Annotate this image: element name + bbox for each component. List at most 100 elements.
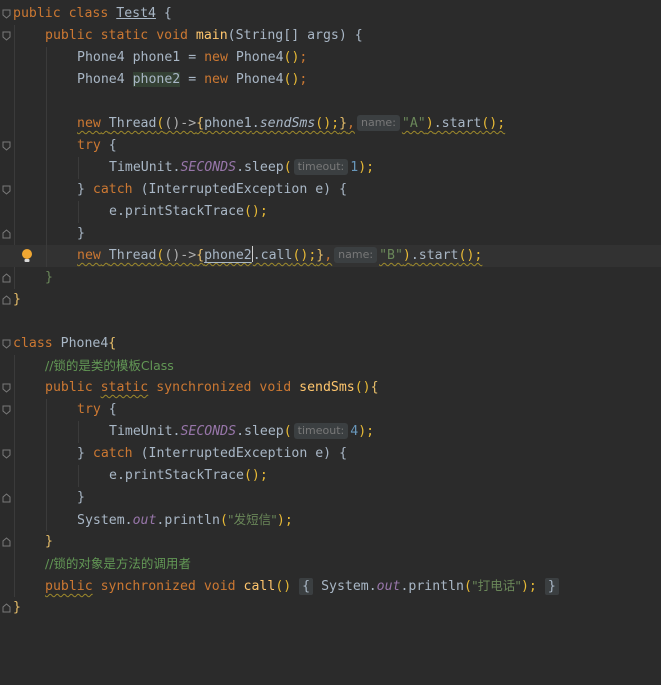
indent-guide [14, 47, 15, 69]
code-line-17[interactable]: //锁的是类的模板Class [0, 355, 661, 377]
brace: { [163, 6, 172, 21]
indent-guide [46, 179, 47, 201]
code-line-1[interactable]: public class Test4 { [0, 3, 661, 25]
brace: } [45, 534, 53, 549]
variable-name: phone1 [132, 50, 181, 65]
code-line-5[interactable] [0, 91, 661, 113]
fold-close-icon[interactable] [2, 273, 11, 283]
code-line-6[interactable]: new Thread(()->{phone1.sendSms();}, name:… [0, 113, 661, 135]
code-editor[interactable]: public class Test4 { public static void … [0, 3, 661, 619]
indent-guide [14, 355, 15, 377]
parameters: (String[] args) [227, 28, 347, 43]
method-name: call [243, 579, 276, 594]
fold-open-icon[interactable] [2, 383, 11, 393]
fold-open-icon[interactable] [2, 405, 11, 415]
code-line-24[interactable]: System.out.println("发短信"); [0, 509, 661, 531]
variable-name: phone2 [132, 72, 181, 87]
fold-open-icon[interactable] [2, 185, 11, 195]
type-name: Phone4 [77, 72, 125, 87]
parameter-hint: name: [334, 247, 378, 263]
fold-open-icon[interactable] [2, 141, 11, 151]
fold-open-icon[interactable] [2, 449, 11, 459]
number-literal: 4 [350, 424, 359, 439]
indent-guide [78, 421, 79, 443]
comma: , [324, 248, 333, 263]
code-line-13[interactable]: } [0, 267, 661, 289]
code-line-21[interactable]: } catch (InterruptedException e) { [0, 443, 661, 465]
code-comment: //锁的对象是方法的调用者 [45, 556, 191, 571]
code-line-7[interactable]: try { [0, 135, 661, 157]
string-literal: "发短信" [227, 512, 277, 527]
indent-guide [46, 135, 47, 157]
fold-close-icon[interactable] [2, 537, 11, 547]
call-parens: (); [481, 116, 506, 131]
static-field: out [376, 579, 401, 594]
folded-brace[interactable]: } [544, 578, 559, 595]
class-name: Test4 [116, 6, 156, 21]
code-comment: //锁的是类的模板Class [45, 358, 174, 373]
fold-close-icon[interactable] [2, 295, 11, 305]
code-line-22[interactable]: e.printStackTrace(); [0, 465, 661, 487]
code-line-4[interactable]: Phone4 phone2 = new Phone4(); [0, 69, 661, 91]
brace: { [370, 380, 379, 395]
indent-guide [46, 47, 47, 69]
code-line-26[interactable]: //锁的对象是方法的调用者 [0, 553, 661, 575]
brace: } [13, 292, 21, 307]
keyword: void [259, 380, 292, 395]
code-line-3[interactable]: Phone4 phone1 = new Phone4(); [0, 47, 661, 69]
fold-open-icon[interactable] [2, 9, 11, 19]
fold-open-icon[interactable] [2, 31, 11, 41]
dot: . [251, 116, 260, 131]
code-line-20[interactable]: TimeUnit.SECONDS.sleep(timeout: 4); [0, 421, 661, 443]
code-line-23[interactable]: } [0, 487, 661, 509]
code-line-2[interactable]: public static void main(String[] args) { [0, 25, 661, 47]
paren: ); [358, 160, 375, 175]
code-line-27[interactable]: public synchronized void call() { System… [0, 575, 661, 597]
code-line-28[interactable]: } [0, 597, 661, 619]
keyword: new [204, 50, 228, 65]
paren: ) [425, 116, 434, 131]
paren: ); [276, 513, 293, 528]
folded-brace[interactable]: { [299, 578, 314, 595]
indent-guide [14, 421, 15, 443]
lambda-arrow: ()-> [164, 116, 197, 131]
paren: ); [358, 424, 375, 439]
code-line-11[interactable]: } [0, 223, 661, 245]
code-line-12[interactable]: new Thread(()->{phone2.call();}, name: "B"… [0, 245, 661, 267]
fold-close-icon[interactable] [2, 229, 11, 239]
call-parens: (); [458, 248, 483, 263]
paren: ( [464, 579, 472, 594]
indent-guide [14, 157, 15, 179]
code-line-15[interactable] [0, 311, 661, 333]
variable-name: phone2 [204, 248, 252, 263]
indent-guide [14, 25, 15, 47]
class-name: Thread [108, 248, 157, 263]
indent-guide [14, 113, 15, 135]
fold-close-icon[interactable] [2, 493, 11, 503]
dot: . [368, 579, 377, 594]
lightbulb-icon[interactable] [20, 248, 34, 264]
code-line-10[interactable]: e.printStackTrace(); [0, 201, 661, 223]
indent-guide [14, 553, 15, 575]
type-name: Phone4 [77, 50, 125, 65]
indent-guide [46, 69, 47, 91]
keyword: try [77, 138, 101, 153]
code-line-18[interactable]: public static synchronized void sendSms(… [0, 377, 661, 399]
code-line-9[interactable]: } catch (InterruptedException e) { [0, 179, 661, 201]
code-line-8[interactable]: TimeUnit.SECONDS.sleep(timeout: 1); [0, 157, 661, 179]
operator: = [188, 72, 197, 87]
method-name: main [195, 28, 228, 43]
parameters: () [275, 579, 292, 594]
brace: { [108, 402, 117, 417]
fold-close-icon[interactable] [2, 603, 11, 613]
indent-guide [46, 421, 47, 443]
code-line-25[interactable]: } [0, 531, 661, 553]
code-line-14[interactable]: } [0, 289, 661, 311]
code-line-16[interactable]: class Phone4{ [0, 333, 661, 355]
fold-open-icon[interactable] [2, 339, 11, 349]
indent-guide [46, 113, 47, 135]
class-name: TimeUnit [109, 160, 173, 175]
brace: { [108, 138, 117, 153]
keyword: public [13, 6, 61, 21]
code-line-19[interactable]: try { [0, 399, 661, 421]
